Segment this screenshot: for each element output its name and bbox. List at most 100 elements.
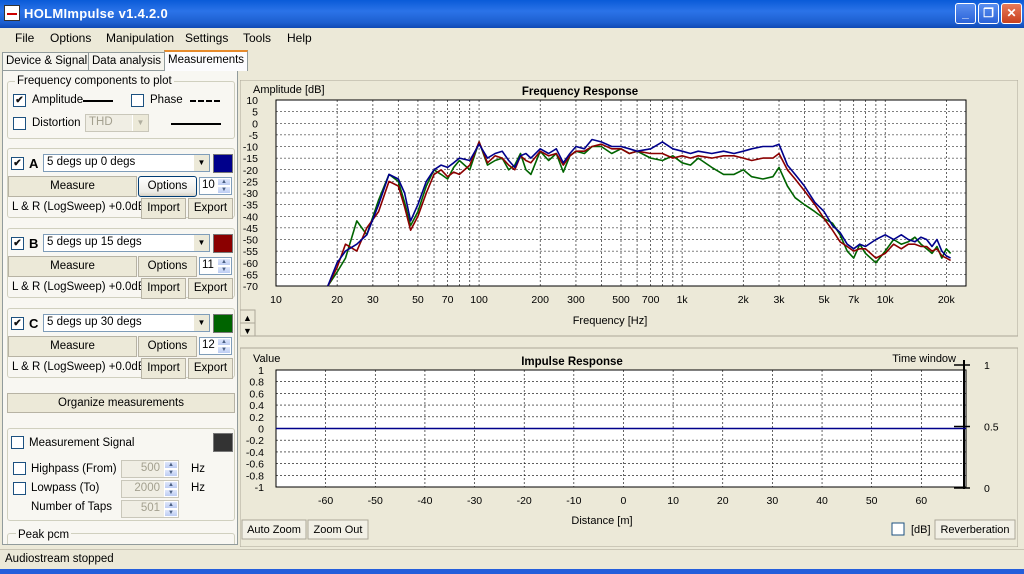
frequency-x-tick: 3k <box>773 294 785 306</box>
zoom-out-label: Zoom Out <box>314 524 363 536</box>
chevron-down-icon[interactable]: ▼ <box>132 115 148 131</box>
impulse-x-tick: -40 <box>417 495 432 507</box>
lowpass-checkbox[interactable] <box>13 482 26 495</box>
close-button[interactable]: ✕ <box>1001 3 1022 24</box>
measure-b-button[interactable]: Measure <box>8 256 137 277</box>
frequency-x-tick: 50 <box>412 294 424 306</box>
measurement-c-name: 5 degs up 30 degs <box>47 316 142 328</box>
menu-settings[interactable]: Settings <box>185 31 228 45</box>
measurement-c-count-value: 12 <box>202 339 215 351</box>
spin-down-icon[interactable]: ▼ <box>164 489 178 497</box>
highpass-label: Highpass (From) <box>31 463 117 475</box>
tab-data-analysis[interactable]: Data analysis <box>88 52 166 70</box>
taps-input[interactable]: 501 ▲ ▼ <box>121 500 179 518</box>
measurement-a-count[interactable]: 10 ▲ ▼ <box>199 177 232 195</box>
measurement-b-select[interactable]: 5 degs up 15 degs ▼ <box>43 234 210 252</box>
impulse-x-tick: 30 <box>767 495 779 507</box>
measurement-b-color[interactable] <box>213 234 233 253</box>
measurement-a-color[interactable] <box>213 154 233 173</box>
options-c-button[interactable]: Options <box>138 336 197 357</box>
highpass-unit: Hz <box>191 463 206 475</box>
phase-label: Phase <box>150 94 183 106</box>
import-a-button[interactable]: Import <box>141 198 186 219</box>
chevron-down-icon[interactable]: ▼ <box>193 155 209 171</box>
organize-measurements-button[interactable]: Organize measurements <box>7 393 235 413</box>
measurement-a-checkbox[interactable] <box>11 157 24 170</box>
options-b-button[interactable]: Options <box>138 256 197 277</box>
menu-bar: File Options Manipulation Settings Tools… <box>0 28 1024 48</box>
spin-up-icon[interactable]: ▲ <box>217 178 231 186</box>
measurement-c-count[interactable]: 12 ▲ ▼ <box>199 337 232 355</box>
spin-up-icon[interactable]: ▲ <box>164 481 178 489</box>
frequency-x-tick: 700 <box>642 294 660 306</box>
measurement-a-count-value: 10 <box>202 179 215 191</box>
amplitude-checkbox[interactable] <box>13 94 26 107</box>
import-b-button[interactable]: Import <box>141 278 186 299</box>
time-window-tick-label: 0.5 <box>984 422 999 434</box>
measurement-c-color[interactable] <box>213 314 233 333</box>
menu-manipulation[interactable]: Manipulation <box>106 31 174 45</box>
spin-up-icon[interactable]: ▲ <box>164 501 178 509</box>
menu-tools[interactable]: Tools <box>243 31 271 45</box>
measurement-b-count[interactable]: 11 ▲ ▼ <box>199 257 232 275</box>
tab-measurements[interactable]: Measurements <box>164 50 249 71</box>
impulse-graph-title: Impulse Response <box>521 356 623 368</box>
spin-up-icon[interactable]: ▲ <box>164 461 178 469</box>
spin-down-icon[interactable]: ▼ <box>164 469 178 477</box>
highpass-input[interactable]: 500 ▲ ▼ <box>121 460 179 478</box>
distance-axis-label: Distance [m] <box>571 515 632 527</box>
frequency-y-tick: -70 <box>243 281 258 293</box>
phase-checkbox[interactable] <box>131 94 144 107</box>
frequency-y-tick: 0 <box>252 118 258 130</box>
options-a-button[interactable]: Options <box>138 176 197 197</box>
highpass-checkbox[interactable] <box>13 462 26 475</box>
frequency-x-tick: 200 <box>531 294 549 306</box>
spin-down-icon[interactable]: ▼ <box>217 266 231 274</box>
spin-up-icon[interactable]: ▲ <box>217 338 231 346</box>
spin-up-icon[interactable]: ▲ <box>217 258 231 266</box>
frequency-x-tick: 1k <box>677 294 689 306</box>
measurement-b-checkbox[interactable] <box>11 237 24 250</box>
menu-help[interactable]: Help <box>287 31 312 45</box>
measure-c-button[interactable]: Measure <box>8 336 137 357</box>
spin-down-icon[interactable]: ▼ <box>217 346 231 354</box>
dashed-line-legend <box>190 100 220 102</box>
menu-file[interactable]: File <box>15 31 34 45</box>
distortion-label: Distortion <box>32 117 81 129</box>
distortion-checkbox[interactable] <box>13 117 26 130</box>
lowpass-input[interactable]: 2000 ▲ ▼ <box>121 480 179 498</box>
measurement-signal-checkbox[interactable] <box>11 436 24 449</box>
export-a-button[interactable]: Export <box>188 198 233 219</box>
app-icon[interactable] <box>4 5 20 21</box>
distortion-type-select[interactable]: THD ▼ <box>85 114 149 132</box>
impulse-y-tick: 1 <box>258 365 264 377</box>
export-c-button[interactable]: Export <box>188 358 233 379</box>
frequency-y-tick: -55 <box>243 246 258 258</box>
impulse-y-tick: 0.6 <box>249 388 264 400</box>
spin-down-icon[interactable]: ▼ <box>217 186 231 194</box>
db-checkbox[interactable] <box>891 522 905 536</box>
import-c-button[interactable]: Import <box>141 358 186 379</box>
chevron-down-icon[interactable]: ▼ <box>193 235 209 251</box>
impulse-x-tick: 20 <box>717 495 729 507</box>
measurement-a-select[interactable]: 5 degs up 0 degs ▼ <box>43 154 210 172</box>
measure-a-button[interactable]: Measure <box>8 176 137 197</box>
tab-device-signal[interactable]: Device & Signal <box>2 52 92 70</box>
measurement-c-select[interactable]: 5 degs up 30 degs ▼ <box>43 314 210 332</box>
impulse-x-tick: 10 <box>667 495 679 507</box>
impulse-x-tick: -10 <box>566 495 581 507</box>
maximize-button[interactable]: ❐ <box>978 3 999 24</box>
impulse-y-tick: 0.4 <box>249 400 264 412</box>
measurement-c-letter: C <box>29 316 39 331</box>
frequency-x-tick: 70 <box>442 294 454 306</box>
signal-color[interactable] <box>213 433 233 452</box>
export-b-button[interactable]: Export <box>188 278 233 299</box>
frequency-y-tick: -20 <box>243 165 258 177</box>
menu-options[interactable]: Options <box>50 31 91 45</box>
chevron-down-icon[interactable]: ▼ <box>193 315 209 331</box>
frequency-x-tick: 20k <box>938 294 956 306</box>
spin-down-icon[interactable]: ▼ <box>164 509 178 517</box>
amplitude-label: Amplitude <box>32 94 84 106</box>
measurement-c-checkbox[interactable] <box>11 317 24 330</box>
minimize-button[interactable]: _ <box>955 3 976 24</box>
